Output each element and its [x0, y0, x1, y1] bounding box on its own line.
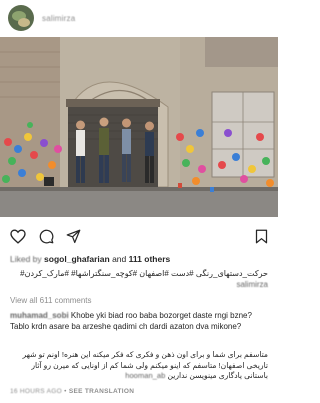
post-photo[interactable] [0, 37, 278, 217]
see-translation-link[interactable]: SEE TRANSLATION [69, 388, 134, 395]
bookmark-icon[interactable] [251, 226, 271, 246]
post-header: salimirza [0, 0, 278, 36]
comment-item: muhamad_sobi Khobe yki biad roo baba boz… [10, 310, 270, 332]
comment-item: متاسفم برای شما و برای اون ذهن و فکری که… [6, 350, 268, 382]
avatar-image-part [18, 18, 30, 27]
view-all-comments-link[interactable]: View all 611 comments [10, 296, 92, 305]
comment-bubble-icon[interactable] [36, 226, 56, 246]
comment-username[interactable]: hooman_ab [125, 371, 165, 380]
liked-by-others-link[interactable]: 111 others [129, 254, 171, 264]
street-photo [0, 37, 278, 217]
liked-by-user-link[interactable]: sogol_ghafarian [44, 254, 110, 264]
post-footer: 16 HOURS AGO • SEE TRANSLATION [10, 388, 134, 395]
caption-text: حرکت_دستهای_رنگی #دست #اصفهان #کوچه_سنگت… [20, 269, 268, 278]
likes-summary: Liked by sogol_ghafarian and 111 others [10, 254, 170, 264]
post-username[interactable]: salimirza [42, 14, 75, 23]
post-caption: حرکت_دستهای_رنگی #دست #اصفهان #کوچه_سنگت… [10, 268, 268, 290]
comment-bubble-icon [39, 229, 53, 243]
post-timestamp: 16 HOURS AGO [10, 388, 63, 395]
bookmark-icon [255, 229, 267, 243]
footer-separator: • [64, 388, 67, 395]
paper-plane-icon[interactable] [63, 226, 83, 246]
liked-by-middle: and [112, 254, 127, 264]
heart-outline-icon[interactable] [8, 226, 28, 246]
post-action-bar [0, 226, 278, 246]
avatar[interactable] [8, 5, 34, 31]
heart-outline-icon [10, 228, 26, 244]
liked-by-prefix: Liked by [10, 254, 42, 264]
paper-plane-icon [66, 229, 80, 243]
comment-username[interactable]: muhamad_sobi [10, 311, 69, 320]
caption-username[interactable]: salimirza [236, 280, 268, 289]
